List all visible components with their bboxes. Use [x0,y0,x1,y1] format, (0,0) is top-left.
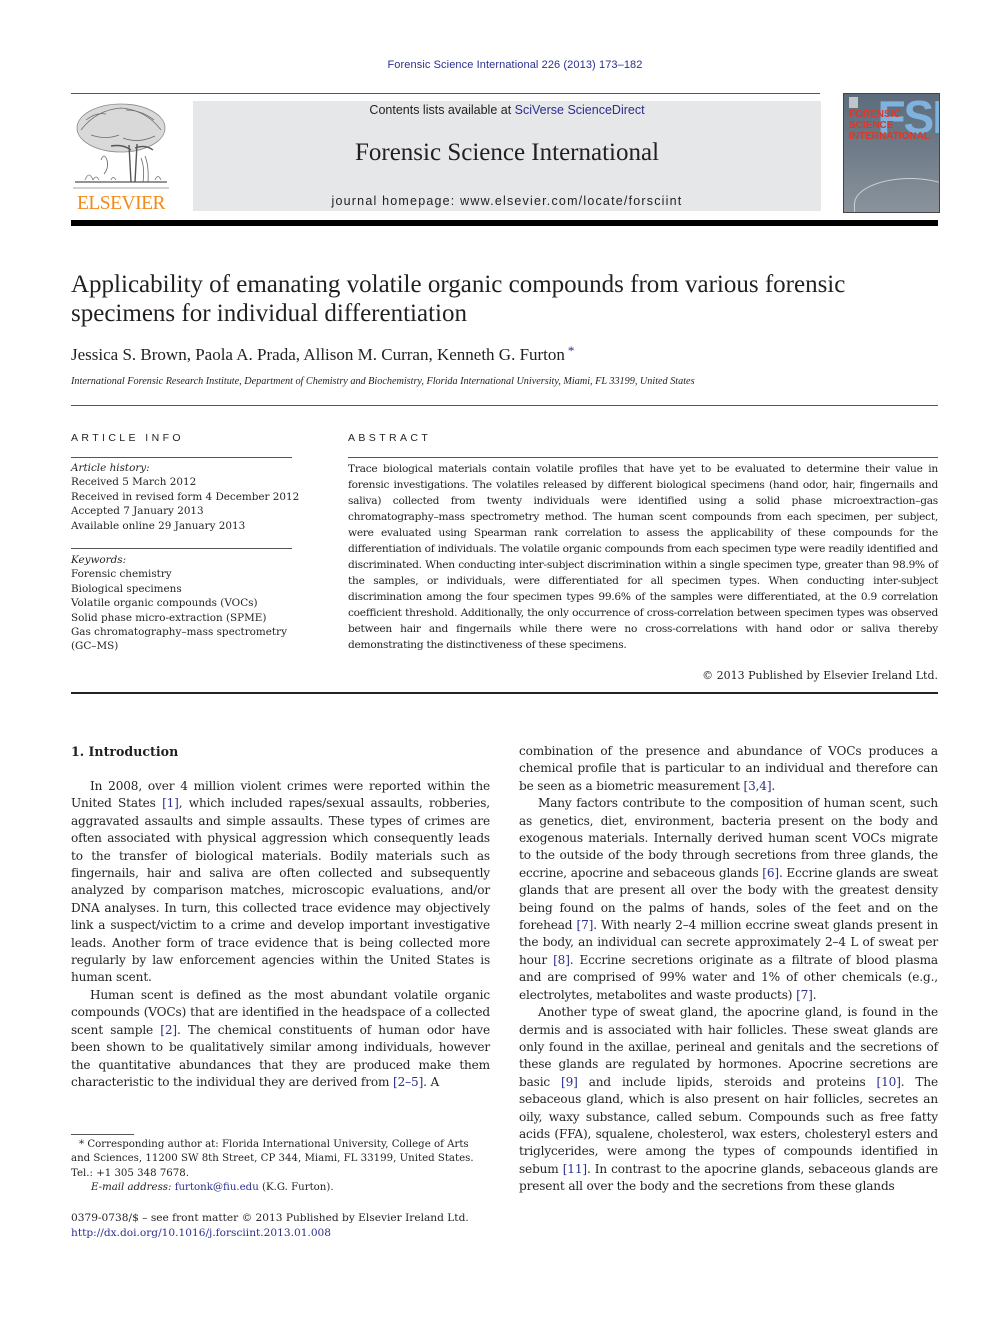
keyword-item: Forensic chemistry [71,568,172,581]
elsevier-logo[interactable]: ELSEVIER [71,100,171,214]
citation-link[interactable]: [2–5] [393,1075,423,1089]
citation-link[interactable]: [8] [553,953,570,967]
abstract-rule [348,457,938,458]
affiliation-rule [71,405,938,406]
email-link[interactable]: furtonk@fiu.edu [175,1182,259,1193]
journal-citation-link[interactable]: Forensic Science International 226 (2013… [387,59,642,71]
article-history: Article history: Received 5 March 2012 R… [71,461,300,533]
keyword-item: Volatile organic compounds (VOCs) [71,597,258,610]
telephone: Tel.: +1 305 348 7678. [71,1167,189,1179]
history-item: Accepted 7 January 2013 [71,505,204,518]
abstract-heading: ABSTRACT [348,432,432,444]
running-head[interactable]: Forensic Science International 226 (2013… [0,59,992,71]
journal-masthead: Contents lists available at SciVerse Sci… [193,101,821,211]
cover-emblem-icon [849,97,858,108]
contents-line: Contents lists available at SciVerse Sci… [369,103,645,117]
article-title: Applicability of emanating volatile orga… [71,271,846,327]
paragraph: Human scent is defined as the most abund… [71,987,490,1089]
paragraph: In 2008, over 4 million violent crimes w… [71,779,490,985]
keywords: Keywords: Forensic chemistry Biological … [71,553,296,654]
journal-name: Forensic Science International [354,139,660,166]
keywords-rule [71,548,292,549]
citation-link[interactable]: [7] [796,988,813,1002]
article-info-heading: ARTICLE INFO [71,432,184,444]
corresponding-author-footnote: * Corresponding author at: Florida Inter… [71,1139,474,1165]
keyword-item: Solid phase micro-extraction (SPME) [71,611,267,624]
publisher-wordmark: ELSEVIER [76,193,166,214]
citation-link[interactable]: [11] [563,1162,587,1176]
abstract-copyright: © 2013 Published by Elsevier Ireland Ltd… [702,669,938,682]
corresponding-author-marker[interactable]: * [568,343,575,358]
history-item: Received 5 March 2012 [71,476,197,489]
citation-link[interactable]: [3,4] [744,779,772,793]
front-matter: 0379-0738/$ – see front matter © 2013 Pu… [71,1211,511,1241]
article-history-label: Article history: [71,462,150,474]
body-column-right: combination of the presence and abundanc… [519,743,938,1196]
doi-link[interactable]: http://dx.doi.org/10.1016/j.forsciint.20… [71,1227,331,1239]
citation-link[interactable]: [2] [160,1023,177,1037]
body-column-left: In 2008, over 4 million violent crimes w… [71,778,490,1091]
email-line: E-mail address: furtonk@fiu.edu (K.G. Fu… [91,1181,334,1193]
sciencedirect-link[interactable]: SciVerse ScienceDirect [515,103,645,117]
issn-line: 0379-0738/$ – see front matter © 2013 Pu… [71,1212,469,1224]
history-item: Available online 29 January 2013 [71,519,246,532]
paragraph: combination of the presence and abundanc… [519,744,938,793]
footnote-rule [71,1134,134,1135]
abstract-bottom-rule [71,692,938,694]
journal-cover-image[interactable]: FSI FORENSIC SCIENCE INTERNATIONAL [843,93,940,213]
section-heading-introduction: 1. Introduction [71,744,179,759]
history-item: Received in revised form 4 December 2012 [71,490,300,503]
keyword-item: (GC–MS) [71,640,119,653]
cover-fingerprint-icon [854,178,939,212]
citation-link[interactable]: [10] [877,1075,901,1089]
masthead-thick-rule [71,220,938,226]
elsevier-tree-icon [73,103,169,189]
author-list: Jessica S. Brown, Paola A. Prada, Alliso… [71,343,575,364]
paragraph: Another type of sweat gland, the apocrin… [519,1005,938,1194]
citation-link[interactable]: [6] [762,866,779,880]
abstract-text: Trace biological materials contain volat… [348,463,938,651]
cover-title: FORENSIC SCIENCE INTERNATIONAL [849,109,930,142]
article-info-rule [71,457,292,458]
citation-link[interactable]: [7] [577,918,594,932]
citation-link[interactable]: [9] [561,1075,578,1089]
author-affiliation: International Forensic Research Institut… [71,376,695,387]
citation-link[interactable]: [1] [162,796,179,810]
keywords-label: Keywords: [71,554,127,566]
journal-homepage-link[interactable]: journal homepage: www.elsevier.com/locat… [193,194,821,208]
paragraph: Many factors contribute to the compositi… [519,796,938,1002]
keyword-item: Biological specimens [71,582,182,595]
keyword-item: Gas chromatography–mass spectrometry [71,626,287,639]
header-rule [71,93,820,94]
footnotes: * Corresponding author at: Florida Inter… [71,1138,491,1195]
